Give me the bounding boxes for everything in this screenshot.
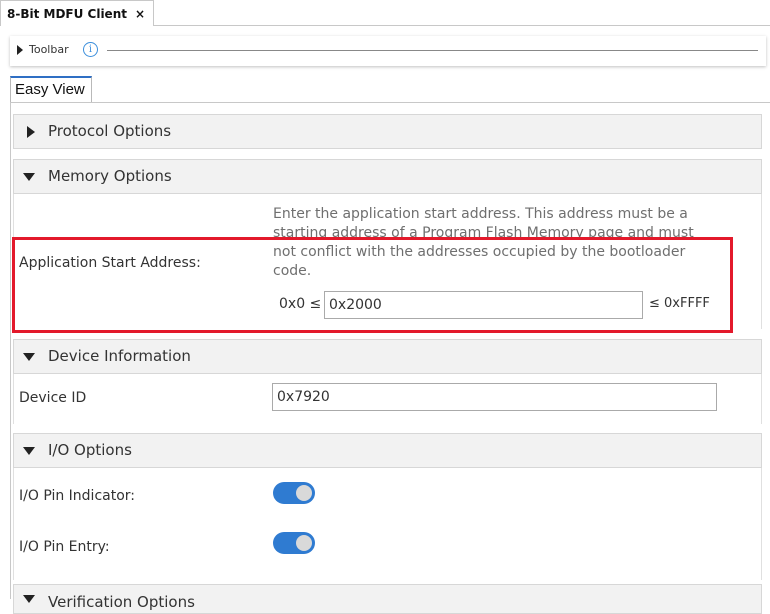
toolbar-label[interactable]: Toolbar (29, 43, 69, 56)
application-start-address-label: Application Start Address: (19, 255, 201, 271)
tab-easy-view[interactable]: Easy View (10, 76, 92, 103)
close-icon[interactable]: × (135, 1, 145, 27)
collapse-down-icon (23, 353, 35, 361)
toolbar: Toolbar i (10, 36, 766, 66)
document-tab-title: 8-Bit MDFU Client (7, 7, 127, 21)
tab-strip-divider (154, 25, 770, 26)
device-information-header[interactable]: Device Information (13, 339, 762, 374)
start-address-description: Enter the application start address. Thi… (273, 206, 694, 279)
toggle-knob (296, 485, 312, 501)
device-id-label: Device ID (19, 390, 87, 406)
expand-toolbar-icon[interactable] (17, 45, 23, 55)
section-title: Memory Options (48, 167, 172, 185)
section-title: Protocol Options (48, 122, 172, 140)
expand-right-icon (27, 126, 35, 138)
info-icon[interactable]: i (83, 42, 98, 57)
collapse-down-icon (23, 173, 35, 181)
io-options-body (13, 468, 762, 580)
document-tab[interactable]: 8-Bit MDFU Client × (0, 0, 154, 26)
io-options-header[interactable]: I/O Options (13, 433, 762, 468)
io-pin-entry-toggle[interactable] (273, 532, 315, 554)
collapse-down-icon (23, 595, 35, 603)
device-id-field[interactable] (272, 383, 717, 411)
application-start-address-input[interactable] (324, 291, 643, 319)
toolbar-divider (107, 50, 758, 51)
collapse-down-icon (23, 447, 35, 455)
section-title: Verification Options (48, 593, 195, 611)
range-max-label: ≤ 0xFFFF (649, 296, 710, 311)
toggle-knob (296, 535, 312, 551)
verification-options-header[interactable]: Verification Options (13, 584, 762, 614)
range-min-label: 0x0 ≤ (279, 296, 322, 312)
protocol-options-header[interactable]: Protocol Options (13, 114, 762, 149)
io-pin-indicator-label: I/O Pin Indicator: (19, 488, 135, 504)
memory-options-header[interactable]: Memory Options (13, 159, 762, 194)
section-title: Device Information (48, 347, 191, 365)
section-title: I/O Options (48, 441, 132, 459)
io-pin-entry-label: I/O Pin Entry: (19, 539, 110, 555)
io-pin-indicator-toggle[interactable] (273, 482, 315, 504)
